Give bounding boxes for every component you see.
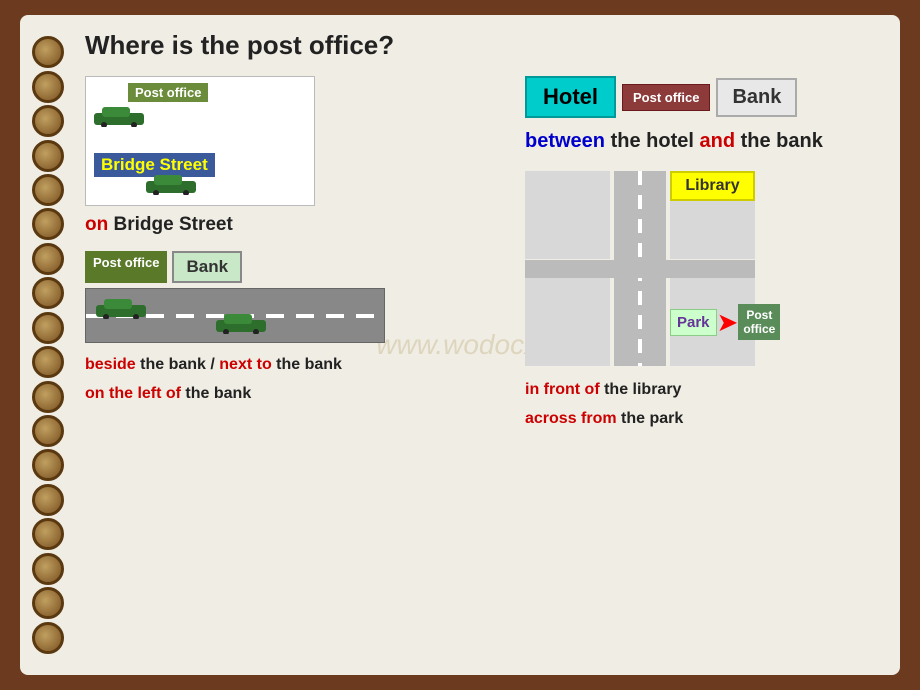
- between-text: between the hotel and the bank: [525, 130, 880, 153]
- bank-box-top: Bank: [716, 78, 797, 117]
- park-box: Park: [670, 309, 717, 336]
- notebook: www.wodocx.com Where is the post office?…: [20, 15, 900, 675]
- bridge-street-illustration: Post office Bridge Street: [85, 76, 315, 206]
- arrow-right-icon: ➤: [717, 309, 739, 335]
- in-front-line: in front of the library: [525, 376, 880, 405]
- spiral-ring: [32, 36, 64, 68]
- library-box: Library: [670, 171, 755, 201]
- spiral-ring: [32, 243, 64, 275]
- on-left-keyword: on the left of: [85, 385, 181, 402]
- in-front-across-text: in front of the library across from the …: [525, 376, 880, 434]
- hotel-box: Hotel: [525, 76, 616, 118]
- spiral-ring: [32, 587, 64, 619]
- block-bottomright: Park ➤ Post office: [670, 278, 755, 366]
- block-topright: Library: [670, 171, 755, 259]
- hotel-bank-row: Hotel Post office Bank: [525, 76, 880, 118]
- spiral-ring: [32, 622, 64, 654]
- on-keyword: on: [85, 214, 108, 235]
- spiral-ring: [32, 174, 64, 206]
- spiral-ring: [32, 105, 64, 137]
- car-icon-3: [96, 297, 151, 324]
- spiral-ring: [32, 140, 64, 172]
- page-title: Where is the post office?: [85, 30, 880, 61]
- bridge-street-rest: Bridge Street: [108, 214, 233, 235]
- spiral-ring: [32, 415, 64, 447]
- main-layout: Post office Bridge Street: [85, 76, 880, 434]
- left-column: Post office Bridge Street: [85, 76, 505, 434]
- beside-text: beside the bank / next to the bank on th…: [85, 351, 505, 409]
- block-topleft: [525, 171, 610, 259]
- post-office-label-3: Post office: [85, 251, 167, 283]
- spiral-ring: [32, 518, 64, 550]
- post-office-label-1: Post office: [128, 83, 208, 102]
- next-to-keyword: next to: [219, 356, 271, 373]
- spiral-ring: [32, 449, 64, 481]
- post-office-label-2: Post office: [622, 84, 710, 111]
- spiral-binding: [20, 15, 75, 675]
- in-front-keyword: in front of: [525, 381, 600, 398]
- intersection-diagram: Library Park ➤ Post office: [525, 171, 755, 366]
- car-icon-1: [94, 105, 149, 132]
- spiral-ring: [32, 277, 64, 309]
- post-office-label-4: Post office: [738, 304, 780, 340]
- block-bottomleft: [525, 278, 610, 366]
- between-keyword: between: [525, 130, 605, 152]
- beside-line1: beside the bank / next to the bank: [85, 351, 505, 380]
- spiral-ring: [32, 346, 64, 378]
- page-content: www.wodocx.com Where is the post office?…: [75, 15, 900, 675]
- road-illustration: [85, 288, 385, 343]
- spiral-ring: [32, 381, 64, 413]
- and-keyword: and: [699, 130, 735, 152]
- spiral-ring: [32, 553, 64, 585]
- car-icon-4: [216, 312, 271, 339]
- across-from-keyword: across from: [525, 410, 617, 427]
- spiral-ring: [32, 312, 64, 344]
- beside-keyword: beside: [85, 356, 136, 373]
- spiral-ring: [32, 208, 64, 240]
- right-column: Hotel Post office Bank between the hotel…: [525, 76, 880, 434]
- on-bridge-street-text: on Bridge Street: [85, 214, 505, 236]
- beside-bank-section: Post office Bank: [85, 251, 505, 409]
- spiral-ring: [32, 484, 64, 516]
- spiral-ring: [32, 71, 64, 103]
- bank-label-bottom: Bank: [172, 251, 242, 283]
- bottom-label-row: Post office Bank: [85, 251, 505, 283]
- on-left-line: on the left of the bank: [85, 380, 505, 409]
- road-horizontal: [525, 260, 755, 278]
- car-icon-2: [146, 173, 201, 200]
- across-from-line: across from the park: [525, 405, 880, 434]
